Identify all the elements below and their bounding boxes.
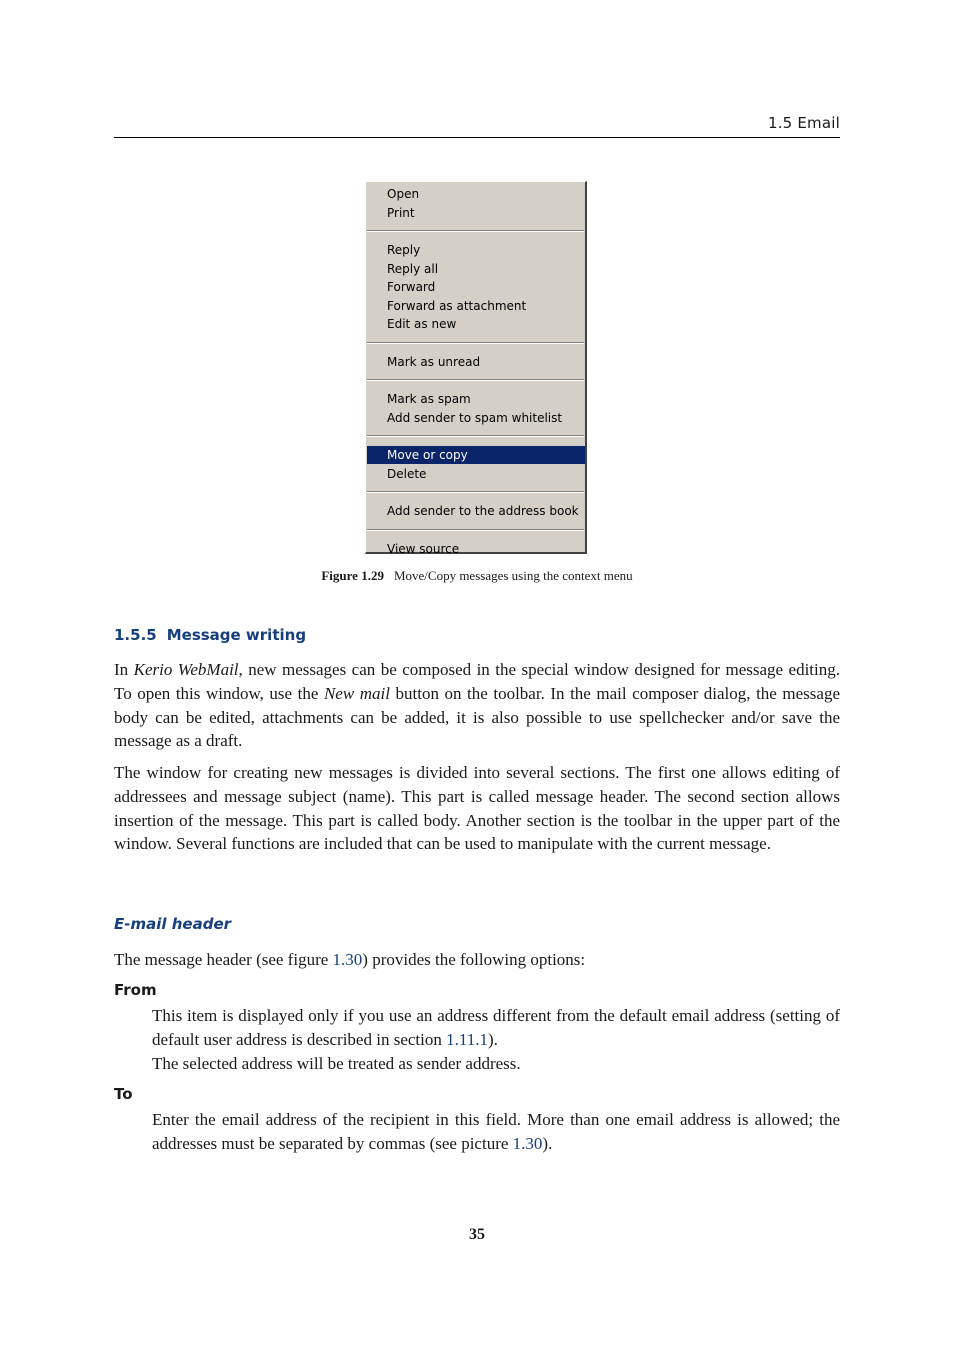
menu-separator xyxy=(367,435,584,437)
menu-item-forward[interactable]: Forward xyxy=(367,278,585,296)
menu-item-forward-as-attachment[interactable]: Forward as attachment xyxy=(367,297,585,315)
menu-item-reply-all[interactable]: Reply all xyxy=(367,260,585,278)
subheading-email-header: E-mail header xyxy=(114,915,232,933)
section-ref-link[interactable]: 1.11.1 xyxy=(446,1030,488,1049)
menu-item-add-sender-to-spam-whitelist[interactable]: Add sender to spam whitelist xyxy=(367,409,585,427)
text: The selected address will be treated as … xyxy=(152,1053,521,1073)
paragraph-intro: In Kerio WebMail, new messages can be co… xyxy=(114,658,840,753)
context-menu: Open Print Reply Reply all Forward Forward as… xyxy=(365,181,587,556)
menu-separator xyxy=(367,341,584,344)
menu-item-reply[interactable]: Reply xyxy=(367,241,585,259)
description-from: This item is displayed only if you use a… xyxy=(152,1004,840,1075)
menu-item-add-sender-to-the-address-book[interactable]: Add sender to the address book xyxy=(367,502,585,520)
text: ). xyxy=(487,1029,498,1049)
running-head: 1.5 Email xyxy=(767,114,840,132)
figure-ref-link[interactable]: 1.30 xyxy=(333,950,363,969)
figure-ref-link[interactable]: 1.30 xyxy=(513,1134,543,1153)
app-name: Kerio WebMail xyxy=(133,660,239,679)
menu-separator xyxy=(367,491,584,493)
menu-item-open[interactable]: Open xyxy=(367,185,585,203)
term-to: To xyxy=(114,1085,133,1103)
menu-separator xyxy=(367,528,584,531)
menu-item-mark-as-unread[interactable]: Mark as unread xyxy=(367,353,585,371)
menu-separator xyxy=(367,379,584,381)
paragraph-sections: The window for creating new messages is … xyxy=(114,763,840,854)
menu-item-delete[interactable]: Delete xyxy=(367,465,585,483)
menu-item-print[interactable]: Print xyxy=(367,204,585,222)
button-name: New mail xyxy=(323,683,390,703)
section-heading: 1.5.5 Message writing xyxy=(114,626,306,644)
header-rule xyxy=(114,137,840,138)
menu-separator xyxy=(367,230,584,232)
paragraph-header-options: The message header (see figure 1.30) pro… xyxy=(114,948,840,972)
figure-label: Figure 1.29 xyxy=(321,568,384,583)
text: ). xyxy=(542,1133,553,1153)
menu-item-view-source[interactable]: View source xyxy=(367,540,585,558)
figure-caption-text: Move/Copy messages using the context men… xyxy=(393,568,633,583)
description-to: Enter the email address of the recipient… xyxy=(152,1108,840,1156)
text: In xyxy=(114,660,134,679)
section-title: Message writing xyxy=(166,626,307,644)
text: ) provides the following options: xyxy=(362,950,586,969)
text: Enter the email address of the recipient… xyxy=(152,1110,840,1153)
menu-item-move-or-copy[interactable]: Move or copy xyxy=(367,446,585,464)
page-number: 35 xyxy=(469,1226,485,1243)
menu-item-edit-as-new[interactable]: Edit as new xyxy=(367,315,585,333)
text: The message header (see figure xyxy=(114,950,333,969)
term-from: From xyxy=(114,981,157,999)
figure-caption: Figure 1.29 Move/Copy messages using the … xyxy=(0,568,954,584)
section-number: 1.5.5 xyxy=(114,626,157,644)
menu-item-mark-as-spam[interactable]: Mark as spam xyxy=(367,390,585,408)
